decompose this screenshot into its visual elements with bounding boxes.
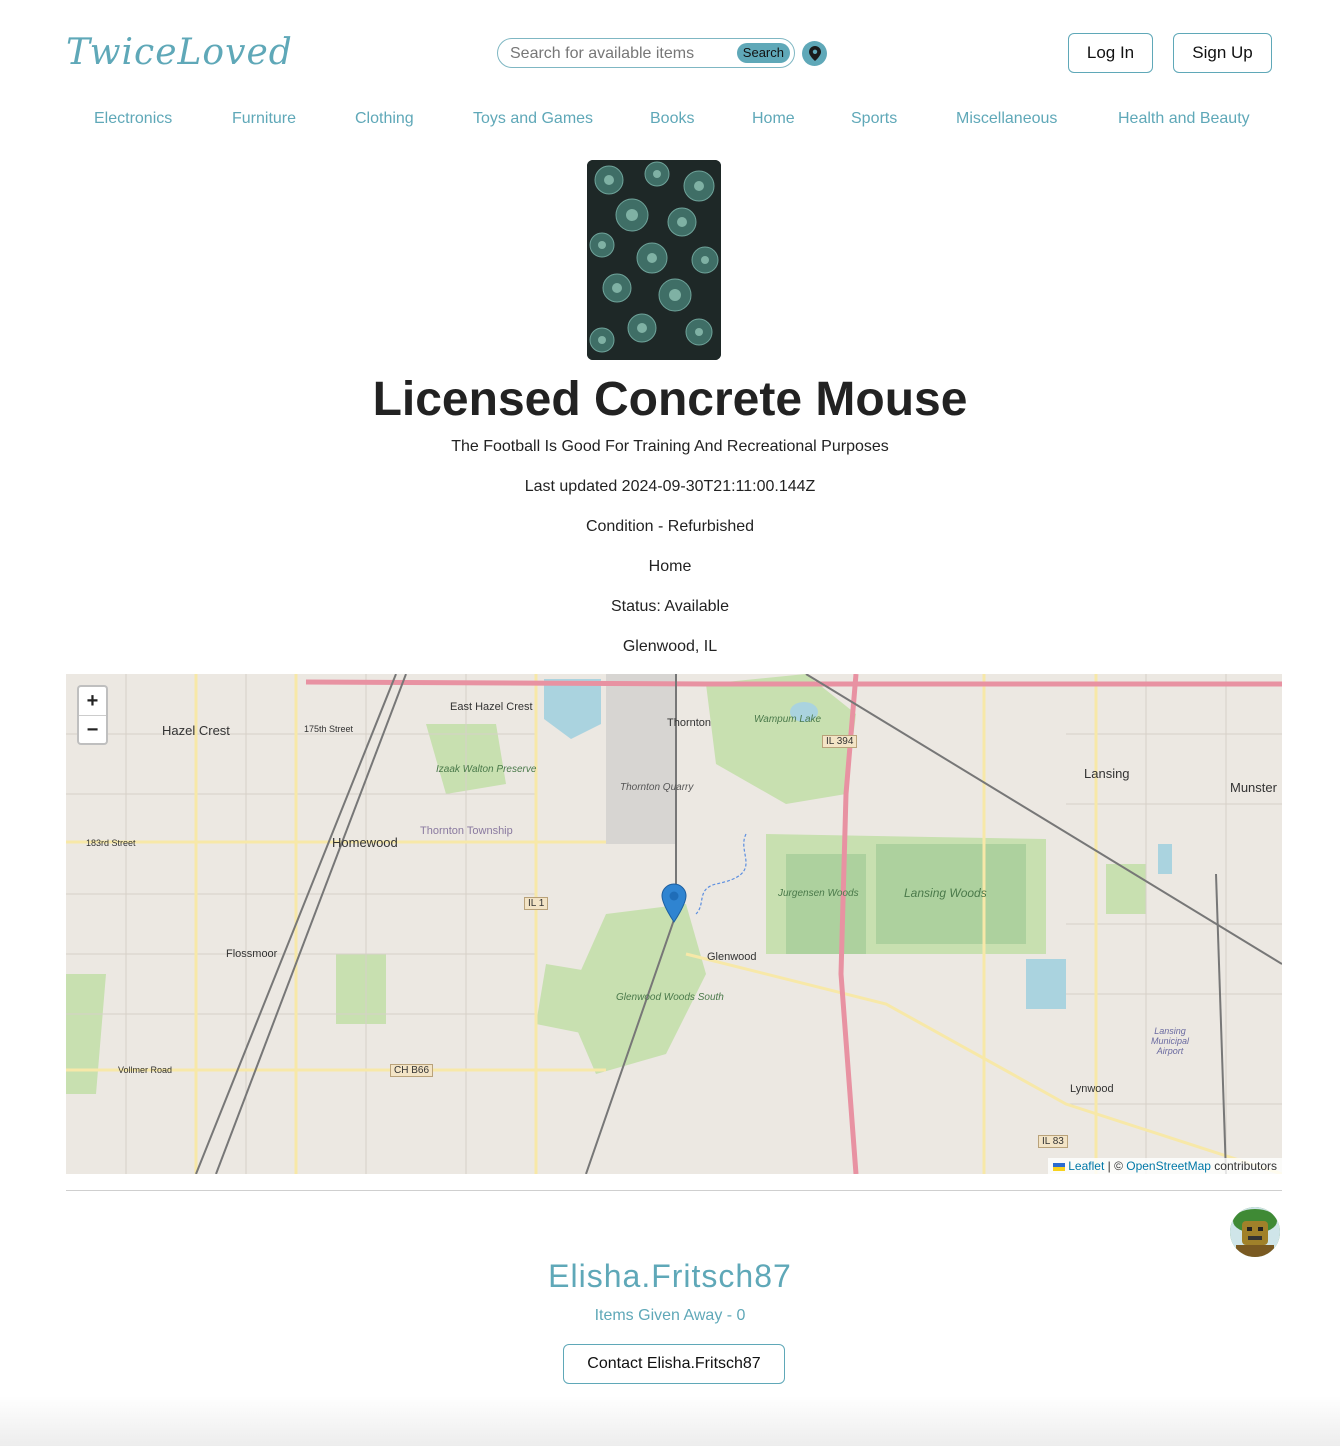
map-label-jurgensen-woods: Jurgensen Woods bbox=[778, 888, 859, 899]
nav-item-health-and-beauty[interactable]: Health and Beauty bbox=[1118, 110, 1250, 128]
location-button[interactable] bbox=[802, 41, 827, 66]
attribution-separator: | © bbox=[1104, 1159, 1127, 1173]
zoom-in-button[interactable]: + bbox=[79, 687, 106, 716]
divider bbox=[66, 1190, 1282, 1191]
map-label-thornton-quarry: Thornton Quarry bbox=[620, 782, 694, 793]
avatar[interactable] bbox=[1230, 1207, 1280, 1257]
item-title: Licensed Concrete Mouse bbox=[372, 373, 968, 426]
map-label-izaak-walton: Izaak Walton Preserve bbox=[436, 764, 537, 775]
map-label-munster: Munster bbox=[1230, 780, 1277, 795]
nav-item-toys-and-games[interactable]: Toys and Games bbox=[473, 110, 593, 128]
map-label-lynwood: Lynwood bbox=[1070, 1083, 1114, 1095]
map-attribution: Leaflet | © OpenStreetMap contributors bbox=[1047, 1158, 1282, 1174]
item-condition: Condition - Refurbished bbox=[585, 518, 755, 535]
nav-item-books[interactable]: Books bbox=[650, 110, 694, 128]
search-bar: Search bbox=[497, 38, 795, 68]
map-label-lansing-woods: Lansing Woods bbox=[904, 886, 987, 900]
product-image bbox=[587, 160, 721, 360]
leaflet-link[interactable]: Leaflet bbox=[1068, 1159, 1104, 1173]
logo[interactable]: TwiceLoved bbox=[66, 32, 293, 73]
login-button[interactable]: Log In bbox=[1068, 33, 1153, 73]
map-label-thornton-township: Thornton Township bbox=[420, 825, 513, 837]
header: TwiceLoved Search Log In Sign Up bbox=[0, 0, 1340, 100]
item-status: Status: Available bbox=[610, 598, 729, 615]
map-shield-il-1: IL 1 bbox=[524, 897, 549, 910]
nav-item-miscellaneous[interactable]: Miscellaneous bbox=[956, 110, 1057, 128]
map-zoom-control: + − bbox=[77, 685, 108, 745]
map-shield-il-394: IL 394 bbox=[822, 735, 858, 748]
item-location: Glenwood, IL bbox=[622, 638, 718, 655]
location-map[interactable]: Hazel Crest East Hazel Crest Thornton Ho… bbox=[66, 674, 1282, 1174]
nav-item-sports[interactable]: Sports bbox=[851, 110, 897, 128]
attribution-suffix: contributors bbox=[1210, 1159, 1277, 1173]
osm-link[interactable]: OpenStreetMap bbox=[1126, 1159, 1211, 1173]
map-label-hazel-crest: Hazel Crest bbox=[162, 723, 230, 738]
map-tiles bbox=[66, 674, 1282, 1174]
map-label-175th-street: 175th Street bbox=[304, 724, 354, 734]
nav-item-electronics[interactable]: Electronics bbox=[94, 110, 172, 128]
search-input[interactable] bbox=[508, 43, 737, 65]
map-label-flossmoor: Flossmoor bbox=[226, 948, 278, 960]
map-shield-il-83: IL 83 bbox=[1038, 1135, 1068, 1148]
map-label-wampum-lake: Wampum Lake bbox=[754, 714, 822, 725]
map-label-lansing: Lansing bbox=[1084, 766, 1130, 781]
map-pin-icon bbox=[808, 46, 821, 61]
item-last-updated: Last updated 2024-09-30T21:11:00.144Z bbox=[524, 478, 816, 495]
nav-item-home[interactable]: Home bbox=[752, 110, 795, 128]
search-button[interactable]: Search bbox=[736, 43, 790, 63]
map-label-glenwood: Glenwood bbox=[707, 951, 757, 963]
map-label-183rd-street: 183rd Street bbox=[86, 838, 136, 848]
map-label-thornton: Thornton bbox=[667, 717, 712, 729]
seller-username: Elisha.Fritsch87 bbox=[548, 1258, 792, 1294]
zoom-out-button[interactable]: − bbox=[79, 716, 106, 744]
map-label-homewood: Homewood bbox=[332, 835, 398, 850]
map-shield-ch-b66: CH B66 bbox=[390, 1064, 434, 1077]
map-label-glenwood-woods: Glenwood Woods South bbox=[616, 992, 724, 1003]
nav-item-furniture[interactable]: Furniture bbox=[232, 110, 296, 128]
seller-items-given: Items Given Away - 0 bbox=[594, 1307, 746, 1324]
contact-seller-button[interactable]: Contact Elisha.Fritsch87 bbox=[563, 1344, 785, 1384]
footer bbox=[0, 1396, 1340, 1446]
category-nav: Electronics Furniture Clothing Toys and … bbox=[0, 110, 1340, 132]
item-description: The Football Is Good For Training And Re… bbox=[451, 438, 889, 455]
map-label-lansing-airport: Lansing Municipal Airport bbox=[1150, 1026, 1190, 1056]
map-label-east-hazel-crest: East Hazel Crest bbox=[450, 701, 533, 713]
ukraine-flag-icon bbox=[1052, 1162, 1065, 1171]
item-category: Home bbox=[648, 558, 692, 575]
nav-item-clothing[interactable]: Clothing bbox=[355, 110, 414, 128]
map-label-vollmer-road: Vollmer Road bbox=[118, 1065, 173, 1075]
signup-button[interactable]: Sign Up bbox=[1173, 33, 1272, 73]
